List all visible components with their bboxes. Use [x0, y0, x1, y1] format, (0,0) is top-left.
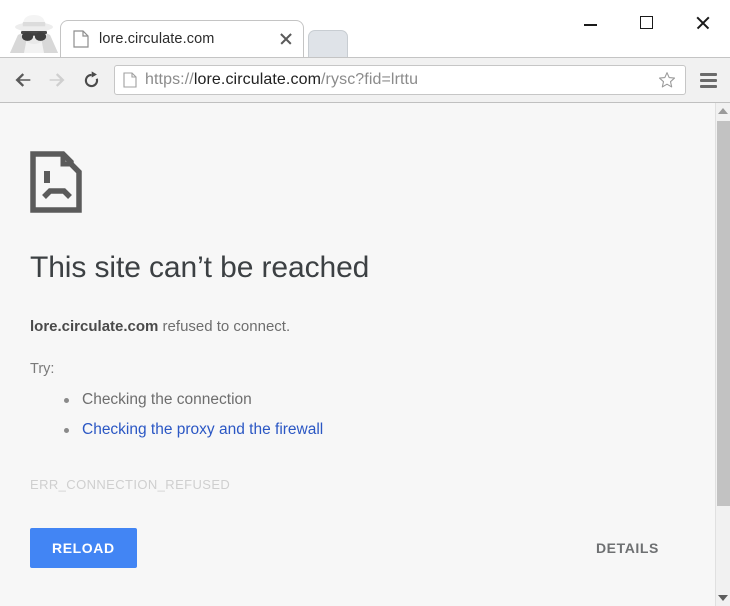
hamburger-icon-bar — [699, 78, 717, 82]
list-item: Checking the connection — [64, 385, 685, 415]
close-window-button[interactable] — [674, 0, 730, 45]
close-icon — [695, 15, 710, 30]
hamburger-icon-bar — [699, 84, 717, 88]
error-page: This site can’t be reached lore.circulat… — [0, 103, 715, 606]
url-scheme: https:// — [145, 71, 194, 88]
error-subtext: lore.circulate.com refused to connect. — [30, 317, 685, 337]
incognito-avatar-icon[interactable] — [6, 9, 62, 53]
tab-strip: lore.circulate.com — [0, 0, 730, 57]
error-reason: refused to connect. — [158, 318, 291, 335]
error-code: ERR_CONNECTION_REFUSED — [30, 476, 231, 492]
forward-button[interactable] — [40, 63, 74, 97]
hamburger-icon-bar — [699, 72, 717, 76]
browser-window: lore.circulate.com https://lore.circulat… — [0, 0, 730, 606]
content-viewport: This site can’t be reached lore.circulat… — [0, 103, 730, 606]
scrollbar-thumb[interactable] — [717, 121, 730, 506]
scroll-up-arrow-icon[interactable] — [716, 103, 730, 119]
omnibox-page-icon — [123, 72, 137, 88]
url-host: lore.circulate.com — [193, 71, 322, 88]
tab-favicon-page-icon — [73, 30, 89, 48]
minimize-icon — [583, 24, 597, 26]
error-domain: lore.circulate.com — [30, 318, 159, 335]
reload-icon — [84, 70, 98, 87]
list-item: Checking the proxy and the firewall — [64, 415, 685, 445]
triangle-up-icon — [718, 108, 728, 114]
sad-page-icon — [30, 151, 82, 213]
minimize-button[interactable] — [562, 0, 618, 45]
reload-button[interactable]: RELOAD — [30, 527, 137, 568]
chrome-menu-button[interactable] — [694, 65, 722, 95]
new-tab-button[interactable] — [308, 30, 348, 57]
browser-tab[interactable]: lore.circulate.com — [60, 20, 304, 57]
suggestion-list: Checking the connection Checking the pro… — [30, 385, 685, 445]
url-path: /rysc?fid=lrttu — [321, 71, 419, 88]
tab-title: lore.circulate.com — [99, 31, 215, 47]
forward-arrow-icon — [49, 73, 65, 87]
suggestion-link-proxy-firewall[interactable]: Checking the proxy and the firewall — [82, 421, 323, 438]
suggestion-text: Checking the connection — [82, 390, 252, 408]
window-controls — [562, 0, 730, 45]
triangle-down-icon — [718, 595, 728, 601]
maximize-button[interactable] — [618, 0, 674, 45]
maximize-icon — [639, 16, 653, 29]
scroll-down-arrow-icon[interactable] — [716, 590, 730, 606]
bookmark-star-icon[interactable] — [655, 68, 679, 92]
reload-page-button[interactable] — [74, 63, 108, 97]
back-arrow-icon — [15, 73, 31, 87]
details-button[interactable]: DETAILS — [592, 532, 663, 564]
back-button[interactable] — [6, 63, 40, 97]
browser-toolbar: https://lore.circulate.com/rysc?fid=lrtt… — [0, 57, 730, 103]
address-bar-url: https://lore.circulate.com/rysc?fid=lrtt… — [145, 71, 655, 89]
page-title: This site can’t be reached — [30, 251, 370, 284]
tab-close-icon[interactable] — [277, 30, 295, 48]
error-actions: RELOAD DETAILS — [30, 527, 685, 568]
address-bar[interactable]: https://lore.circulate.com/rysc?fid=lrtt… — [114, 65, 686, 95]
vertical-scrollbar[interactable] — [715, 103, 730, 606]
try-label: Try: — [30, 360, 55, 377]
